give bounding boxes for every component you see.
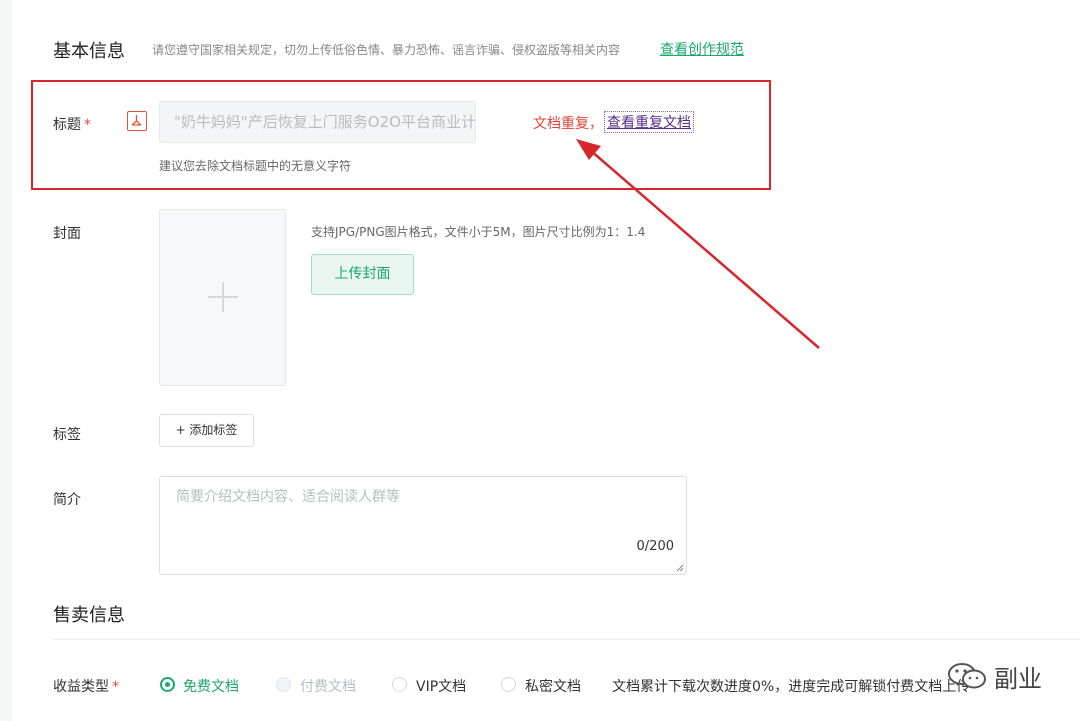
resize-handle-icon[interactable]	[676, 564, 684, 572]
creation-rules-link[interactable]: 查看创作规范	[660, 39, 744, 59]
cover-upload-area[interactable]	[159, 209, 286, 386]
cover-label: 封面	[53, 226, 81, 242]
watermark: 副业	[944, 655, 1054, 695]
intro-placeholder: 简要介绍文档内容、适合阅读人群等	[176, 489, 400, 505]
radio-private-label[interactable]: 私密文档	[525, 676, 581, 696]
radio-free-label[interactable]: 免费文档	[183, 676, 239, 696]
radio-paid-label[interactable]: 付费文档	[300, 676, 356, 696]
basic-info-title: 基本信息	[53, 41, 125, 62]
intro-textarea[interactable]: 简要介绍文档内容、适合阅读人群等 0/200	[159, 476, 687, 575]
add-tag-button[interactable]: + 添加标签	[159, 414, 254, 447]
radio-paid[interactable]	[276, 677, 291, 692]
radio-free[interactable]	[160, 677, 175, 692]
annotation-highlight-box	[31, 80, 771, 190]
income-progress-note: 文档累计下载次数进度0%，进度完成可解锁付费文档上传	[612, 679, 971, 695]
upload-cover-button[interactable]: 上传封面	[311, 254, 414, 295]
radio-vip[interactable]	[392, 677, 407, 692]
intro-char-counter: 0/200	[636, 539, 674, 554]
section-divider	[53, 639, 1080, 640]
income-type-label: 收益类型 *	[53, 679, 119, 695]
plus-icon	[208, 282, 238, 312]
radio-private[interactable]	[501, 677, 516, 692]
sale-info-title: 售卖信息	[53, 605, 125, 626]
watermark-text: 副业	[994, 665, 1042, 693]
radio-vip-label[interactable]: VIP文档	[416, 676, 466, 696]
cover-hint: 支持JPG/PNG图片格式，文件小于5M，图片尺寸比例为1：1.4	[311, 225, 646, 239]
tag-label: 标签	[53, 427, 81, 443]
content-notice: 请您遵守国家相关规定，切勿上传低俗色情、暴力恐怖、谣言诈骗、侵权盗版等相关内容	[152, 43, 621, 57]
intro-label: 简介	[53, 492, 81, 508]
wechat-icon	[948, 663, 986, 689]
